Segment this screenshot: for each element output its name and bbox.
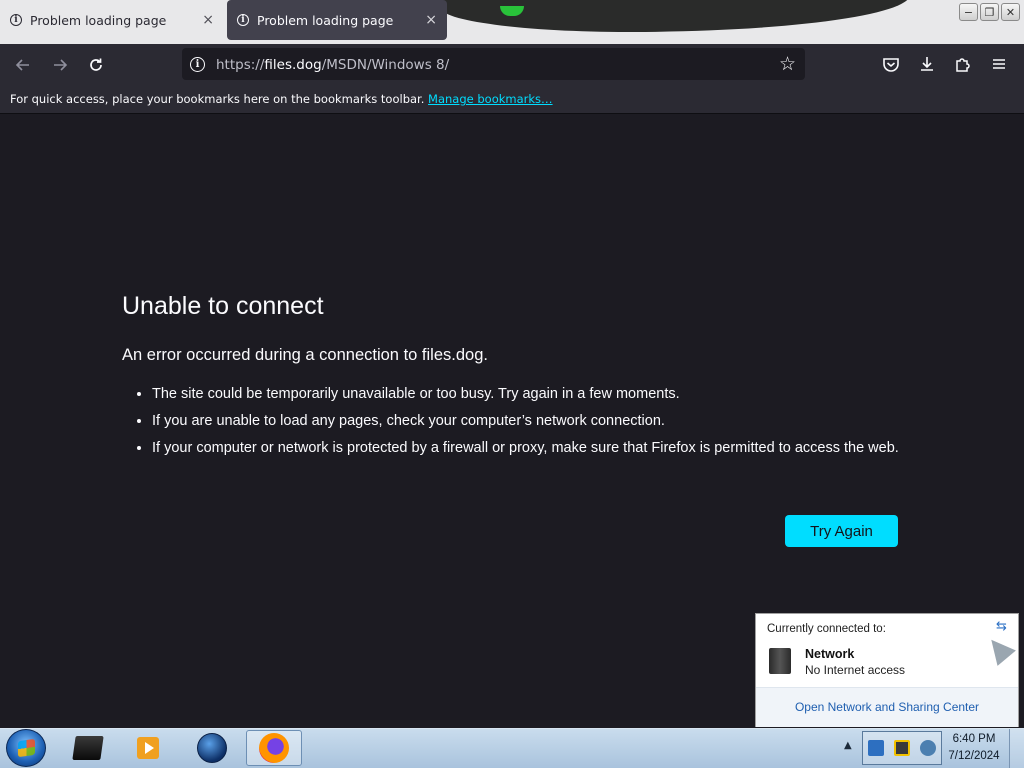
error-title: Unable to connect [122,292,324,320]
manage-bookmarks-link[interactable]: Manage bookmarks… [428,92,553,106]
close-window-button[interactable]: ✕ [1001,3,1020,21]
arrow-left-icon [15,59,29,71]
info-icon: i [237,14,249,26]
pocket-icon[interactable] [881,54,901,74]
tab-problem-loading-2[interactable]: i Problem loading page × [227,0,447,40]
explorer-icon [72,736,104,760]
tray-expand-icon[interactable]: ▲ [844,740,852,751]
volume-icon[interactable] [920,740,936,756]
url-path: /MSDN/Windows 8/ [321,57,450,73]
window-controls: − ❐ ✕ [959,3,1020,21]
url-text[interactable]: https://files.dog/MSDN/Windows 8/ [216,57,449,73]
refresh-network-icon[interactable]: ⇆ [996,619,1007,634]
site-info-icon[interactable]: i [190,57,205,72]
action-center-icon[interactable] [894,740,910,756]
download-icon[interactable] [917,54,937,74]
taskbar-app-globe[interactable] [184,730,240,766]
extensions-icon[interactable] [953,54,973,74]
network-status: No Internet access [805,663,906,677]
network-name: Network [805,647,855,661]
minimize-button[interactable]: − [959,3,978,21]
globe-icon [197,733,227,763]
suggestion-item: The site could be temporarily unavailabl… [152,384,912,404]
bookmark-star-icon[interactable]: ☆ [779,53,796,75]
taskbar-app-firefox[interactable] [246,730,302,766]
restore-button[interactable]: ❐ [980,3,999,21]
system-tray [862,731,942,765]
clock-time[interactable]: 6:40 PM [945,733,1003,745]
back-button[interactable] [11,53,35,77]
url-prefix: https:// [216,57,265,73]
reload-icon [90,58,102,71]
taskbar-app-explorer[interactable] [60,730,116,766]
network-tray-icon[interactable] [868,740,884,756]
bookmarks-message: For quick access, place your bookmarks h… [10,92,553,106]
tab-problem-loading-1[interactable]: i Problem loading page × [0,0,224,40]
tab-title: Problem loading page [30,12,167,28]
windows-logo-icon [18,738,35,758]
bookmarks-hint: For quick access, place your bookmarks h… [10,92,425,106]
reload-button[interactable] [84,53,108,77]
close-tab-icon[interactable]: × [202,12,214,28]
network-heading: Currently connected to: [767,623,886,635]
arrow-right-icon [54,59,68,71]
url-host: files.dog [264,57,322,73]
try-again-button[interactable]: Try Again [785,515,898,547]
media-player-icon [137,737,159,759]
clock-date[interactable]: 7/12/2024 [945,750,1003,762]
info-icon: i [10,14,22,26]
start-button[interactable] [6,729,46,767]
titlebar-decoration [440,0,910,32]
show-desktop-button[interactable] [1009,729,1024,768]
close-tab-icon[interactable]: × [425,12,437,28]
suggestion-item: If you are unable to load any pages, che… [152,411,912,431]
firefox-icon [259,733,289,763]
network-device-icon [769,648,791,674]
forward-button[interactable] [48,53,72,77]
suggestion-item: If your computer or network is protected… [152,438,912,458]
error-suggestions: The site could be temporarily unavailabl… [137,384,912,465]
menu-icon[interactable] [989,54,1009,74]
tab-title: Problem loading page [257,12,394,28]
open-network-center-link[interactable]: Open Network and Sharing Center [756,700,1018,714]
taskbar-app-media-player[interactable] [120,730,176,766]
error-subtitle: An error occurred during a connection to… [122,346,488,364]
